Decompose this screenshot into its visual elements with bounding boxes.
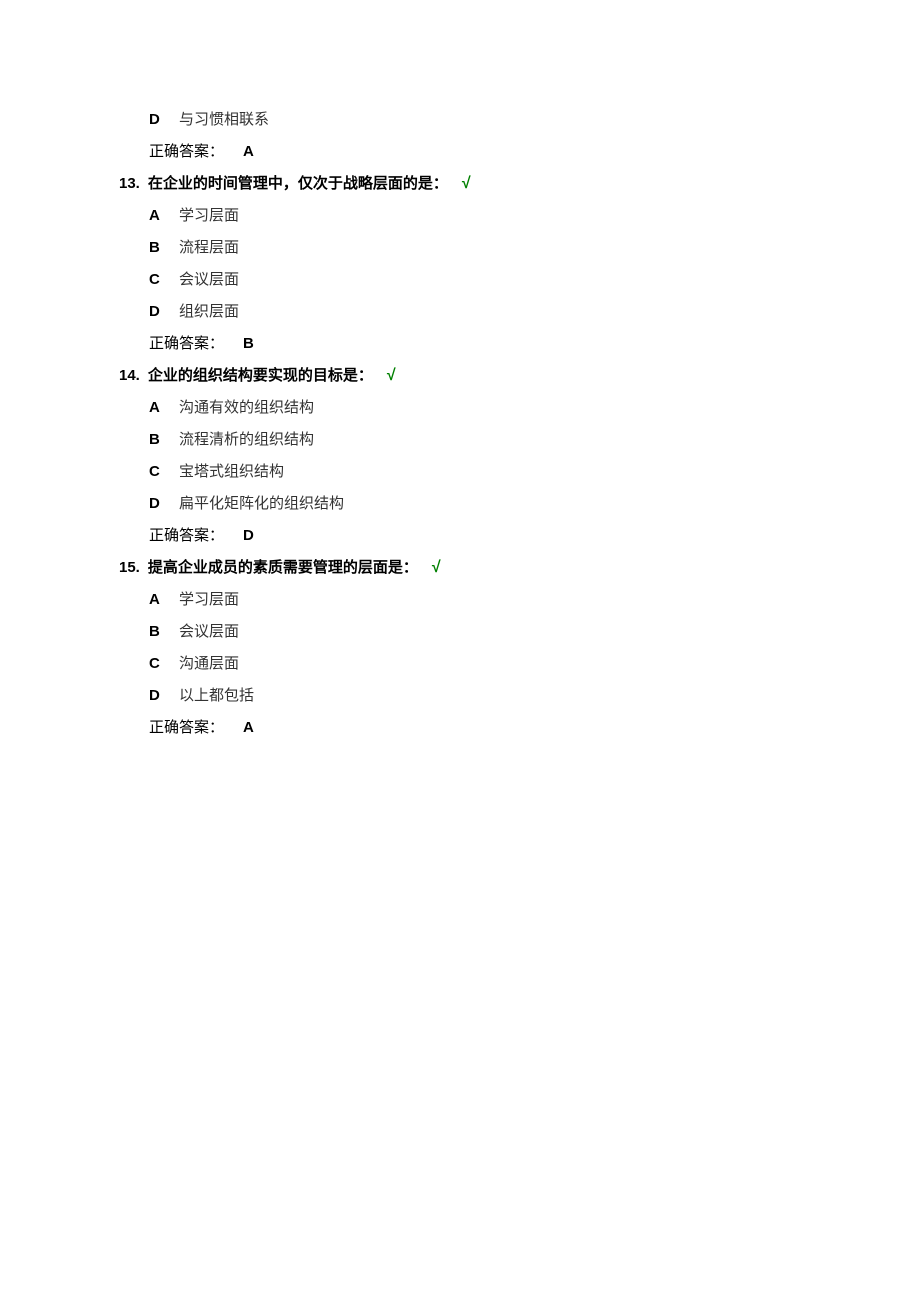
option-row: C 沟通层面	[149, 652, 920, 673]
question-text: 提高企业成员的素质需要管理的层面是：	[148, 556, 418, 577]
option-text: 扁平化矩阵化的组织结构	[179, 492, 344, 513]
answer-label: 正确答案：	[149, 524, 243, 545]
checkmark-icon: √	[462, 175, 471, 193]
question-text: 企业的组织结构要实现的目标是：	[148, 364, 373, 385]
option-letter: B	[149, 239, 179, 256]
option-text: 与习惯相联系	[179, 108, 269, 129]
answer-row: 正确答案： A	[149, 140, 920, 161]
option-row: B 流程清析的组织结构	[149, 428, 920, 449]
question-number: 13.	[119, 175, 140, 192]
option-letter: C	[149, 655, 179, 672]
answer-label: 正确答案：	[149, 140, 243, 161]
answer-value: B	[243, 335, 254, 352]
option-row: C 会议层面	[149, 268, 920, 289]
question-text: 在企业的时间管理中，仅次于战略层面的是：	[148, 172, 448, 193]
option-letter: A	[149, 207, 179, 224]
question-header: 15. 提高企业成员的素质需要管理的层面是： √	[119, 556, 920, 577]
option-text: 宝塔式组织结构	[179, 460, 284, 481]
question-header: 13. 在企业的时间管理中，仅次于战略层面的是： √	[119, 172, 920, 193]
option-text: 组织层面	[179, 300, 239, 321]
option-letter: B	[149, 431, 179, 448]
option-text: 学习层面	[179, 204, 239, 225]
answer-value: D	[243, 527, 254, 544]
question-number: 14.	[119, 367, 140, 384]
option-row: C 宝塔式组织结构	[149, 460, 920, 481]
option-text: 沟通有效的组织结构	[179, 396, 314, 417]
checkmark-icon: √	[432, 559, 441, 577]
option-letter: D	[149, 111, 179, 128]
option-letter: D	[149, 495, 179, 512]
question-14: 14. 企业的组织结构要实现的目标是： √ A 沟通有效的组织结构 B 流程清析…	[149, 364, 920, 545]
option-row: A 学习层面	[149, 204, 920, 225]
answer-row: 正确答案： A	[149, 716, 920, 737]
option-text: 会议层面	[179, 620, 239, 641]
option-letter: D	[149, 303, 179, 320]
question-header: 14. 企业的组织结构要实现的目标是： √	[119, 364, 920, 385]
option-row: B 会议层面	[149, 620, 920, 641]
option-row: A 学习层面	[149, 588, 920, 609]
option-text: 会议层面	[179, 268, 239, 289]
question-12-remainder: D 与习惯相联系 正确答案： A	[149, 108, 920, 161]
option-text: 沟通层面	[179, 652, 239, 673]
option-text: 学习层面	[179, 588, 239, 609]
option-row: D 以上都包括	[149, 684, 920, 705]
answer-row: 正确答案： B	[149, 332, 920, 353]
question-13: 13. 在企业的时间管理中，仅次于战略层面的是： √ A 学习层面 B 流程层面…	[149, 172, 920, 353]
option-letter: B	[149, 623, 179, 640]
answer-value: A	[243, 143, 254, 160]
option-letter: C	[149, 463, 179, 480]
answer-value: A	[243, 719, 254, 736]
option-text: 流程层面	[179, 236, 239, 257]
option-letter: D	[149, 687, 179, 704]
answer-label: 正确答案：	[149, 332, 243, 353]
answer-label: 正确答案：	[149, 716, 243, 737]
option-letter: A	[149, 591, 179, 608]
option-row: B 流程层面	[149, 236, 920, 257]
option-text: 流程清析的组织结构	[179, 428, 314, 449]
question-15: 15. 提高企业成员的素质需要管理的层面是： √ A 学习层面 B 会议层面 C…	[149, 556, 920, 737]
question-number: 15.	[119, 559, 140, 576]
checkmark-icon: √	[387, 367, 396, 385]
answer-row: 正确答案： D	[149, 524, 920, 545]
option-text: 以上都包括	[179, 684, 254, 705]
option-row: D 组织层面	[149, 300, 920, 321]
option-row: D 扁平化矩阵化的组织结构	[149, 492, 920, 513]
option-row: A 沟通有效的组织结构	[149, 396, 920, 417]
option-letter: A	[149, 399, 179, 416]
option-letter: C	[149, 271, 179, 288]
option-row: D 与习惯相联系	[149, 108, 920, 129]
